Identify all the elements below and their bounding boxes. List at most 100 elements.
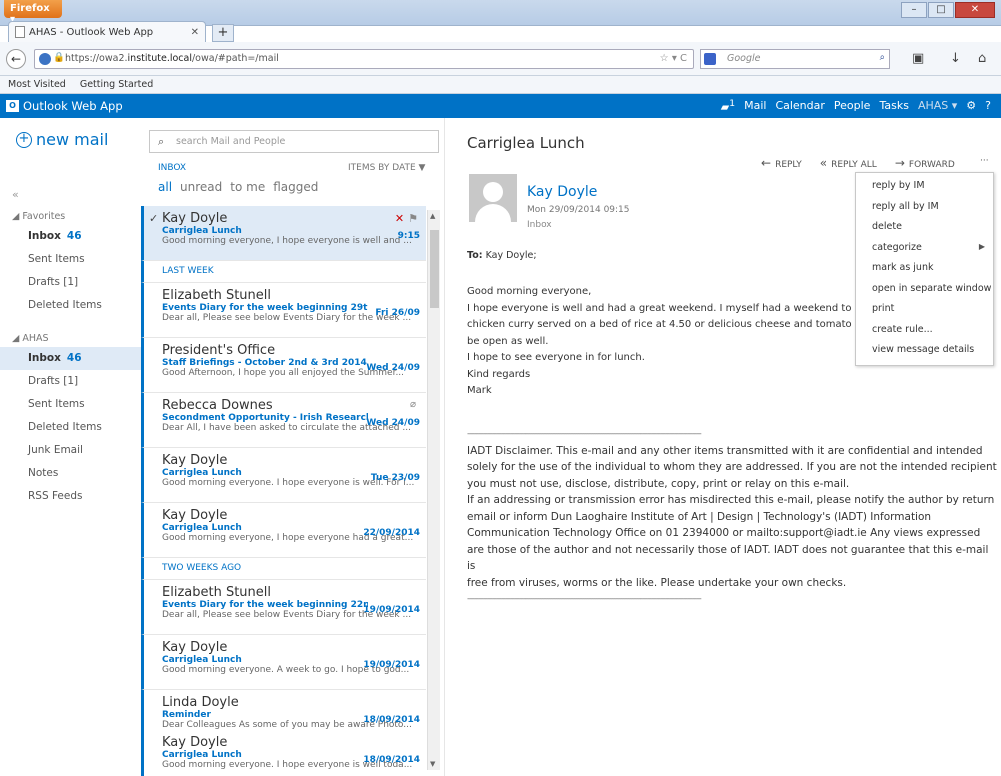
scroll-thumb[interactable]: [430, 230, 439, 308]
submenu-arrow-icon: ▶: [978, 241, 985, 251]
sort-dropdown[interactable]: ITEMS BY DATE ▼: [348, 163, 425, 173]
bookmark-getting-started[interactable]: Getting Started: [80, 79, 153, 90]
folder-inbox[interactable]: Inbox 46: [0, 347, 141, 370]
nav-mail[interactable]: Mail: [744, 99, 766, 112]
list-item[interactable]: ✓ Kay Doyle Carriglea Lunch 9:15 Good mo…: [141, 206, 426, 261]
menu-view-message-details[interactable]: view message details: [856, 341, 993, 362]
menu-print[interactable]: print: [856, 300, 993, 321]
recipient[interactable]: Kay Doyle;: [486, 250, 537, 261]
collapse-pane-icon[interactable]: «: [12, 188, 19, 201]
forward-button[interactable]: → FORWARD: [895, 156, 955, 170]
nav-people[interactable]: People: [834, 99, 871, 112]
message-body: Good morning everyone, I hope everyone i…: [467, 286, 867, 396]
favorite-inbox[interactable]: Inbox 46: [0, 225, 141, 248]
folder-drafts[interactable]: Drafts [1]: [0, 370, 141, 393]
owa-header: O Outlook Web App ▰1 Mail Calendar People…: [0, 94, 1001, 118]
message-actions: ← REPLY «REPLY ALL → FORWARD: [761, 156, 955, 170]
folder-sent-items[interactable]: Sent Items: [0, 393, 141, 416]
bookmarks-toolbar: Most Visited Getting Started: [0, 76, 1001, 94]
reload-icon[interactable]: ☆ ▾ C: [660, 53, 687, 64]
bookmark-most-visited[interactable]: Most Visited: [8, 79, 66, 90]
web-search-box[interactable]: Google ⌕: [700, 49, 890, 69]
menu-create-rule[interactable]: create rule...: [856, 321, 993, 342]
favorite-deleted-items[interactable]: Deleted Items: [0, 294, 141, 317]
delete-icon[interactable]: ✕: [395, 212, 404, 225]
recipients: To: Kay Doyle;: [467, 250, 537, 261]
filter-bar: all unread to me flagged: [158, 180, 318, 194]
address-bar[interactable]: 🔒 https://owa2.institute.local/owa/#path…: [34, 49, 694, 69]
filter-to-me[interactable]: to me: [230, 180, 265, 194]
reply-all-button[interactable]: «REPLY ALL: [820, 156, 877, 170]
nav-calendar[interactable]: Calendar: [775, 99, 824, 112]
folder-rss-feeds[interactable]: RSS Feeds: [0, 485, 141, 508]
forward-arrow-icon: →: [894, 156, 905, 170]
sender-name[interactable]: Kay Doyle: [527, 184, 597, 200]
navigation-bar: ← 🔒 https://owa2.institute.local/owa/#pa…: [0, 42, 1001, 76]
favorite-drafts[interactable]: Drafts [1]: [0, 271, 141, 294]
message-list-scrollbar[interactable]: ▲ ▼: [427, 210, 440, 770]
tab-bar: AHAS - Outlook Web App ✕ +: [0, 18, 1001, 42]
message-subject: Carriglea Lunch: [467, 134, 585, 152]
list-item[interactable]: Kay Doyle Carriglea Lunch Tue 23/09 Good…: [141, 448, 426, 503]
maximize-button[interactable]: □: [928, 2, 954, 18]
flag-icon[interactable]: ⚑: [408, 212, 418, 225]
close-tab-icon[interactable]: ✕: [191, 27, 199, 38]
search-input[interactable]: ⌕ search Mail and People: [149, 130, 439, 153]
menu-delete[interactable]: delete: [856, 218, 993, 239]
group-header: TWO WEEKS AGO: [141, 558, 426, 580]
help-icon[interactable]: ?: [985, 99, 991, 112]
list-item[interactable]: Elizabeth Stunell Events Diary for the w…: [141, 283, 426, 338]
search-icon: ⌕: [158, 135, 165, 148]
browser-tab[interactable]: AHAS - Outlook Web App ✕: [8, 21, 206, 42]
menu-reply-by-im[interactable]: reply by IM: [856, 177, 993, 198]
home-icon[interactable]: ⌂: [978, 51, 986, 66]
settings-gear-icon[interactable]: ⚙: [966, 99, 976, 112]
google-icon: [704, 53, 716, 65]
filter-unread[interactable]: unread: [180, 180, 222, 194]
nav-tasks[interactable]: Tasks: [879, 99, 908, 112]
list-item[interactable]: Elizabeth Stunell Events Diary for the w…: [141, 580, 426, 635]
search-icon[interactable]: ⌕: [880, 52, 885, 63]
menu-categorize[interactable]: categorize ▶: [856, 239, 993, 260]
window-controls: – □ ✕: [900, 2, 995, 18]
reply-button[interactable]: ← REPLY: [761, 156, 802, 170]
new-mail-button[interactable]: + new mail: [16, 130, 108, 149]
folder-junk-email[interactable]: Junk Email: [0, 439, 141, 462]
attachment-icon: ⌀: [409, 399, 416, 410]
favorite-sent-items[interactable]: Sent Items: [0, 248, 141, 271]
more-actions-button[interactable]: ···: [980, 156, 989, 166]
user-menu[interactable]: AHAS ▾: [918, 99, 957, 112]
menu-reply-all-by-im[interactable]: reply all by IM: [856, 198, 993, 219]
folder-pane: + new mail « ◢ Favorites Inbox 46 Sent Ite…: [0, 118, 141, 776]
firefox-menu-button[interactable]: Firefox ▾: [4, 0, 62, 25]
list-item[interactable]: Kay Doyle Carriglea Lunch 22/09/2014 Goo…: [141, 503, 426, 558]
disclaimer: ----------------------------------------…: [467, 426, 997, 608]
avatar: [469, 174, 517, 222]
new-tab-button[interactable]: +: [212, 24, 234, 42]
filter-flagged[interactable]: flagged: [273, 180, 318, 194]
more-actions-menu: reply by IM reply all by IM delete categ…: [855, 172, 994, 366]
plus-icon: +: [16, 131, 32, 148]
check-icon: ✓: [149, 212, 159, 225]
close-window-button[interactable]: ✕: [955, 2, 995, 18]
minimize-button[interactable]: –: [901, 2, 927, 18]
scroll-down-icon[interactable]: ▼: [430, 760, 435, 768]
back-button[interactable]: ←: [6, 49, 26, 69]
list-item[interactable]: Kay Doyle Carriglea Lunch 19/09/2014 Goo…: [141, 635, 426, 690]
scroll-up-icon[interactable]: ▲: [430, 212, 435, 220]
folder-notes[interactable]: Notes: [0, 462, 141, 485]
notifications-icon[interactable]: ▰1: [721, 98, 735, 114]
message-folder: Inbox: [527, 220, 552, 230]
reply-arrow-icon: ←: [761, 156, 772, 170]
menu-mark-as-junk[interactable]: mark as junk: [856, 259, 993, 280]
list-item[interactable]: President's Office Staff Briefings - Oct…: [141, 338, 426, 393]
owa-logo[interactable]: O Outlook Web App: [6, 99, 123, 113]
filter-all[interactable]: all: [158, 180, 172, 194]
globe-icon: [39, 53, 51, 65]
downloads-icon[interactable]: ↓: [950, 51, 961, 66]
list-item[interactable]: Kay Doyle Carriglea Lunch 18/09/2014 Goo…: [141, 730, 426, 776]
list-item[interactable]: ⌀ Rebecca Downes Secondment Opportunity …: [141, 393, 426, 448]
folder-deleted-items[interactable]: Deleted Items: [0, 416, 141, 439]
menu-open-separate-window[interactable]: open in separate window: [856, 280, 993, 301]
bookmarks-icon[interactable]: ▣: [912, 51, 924, 66]
